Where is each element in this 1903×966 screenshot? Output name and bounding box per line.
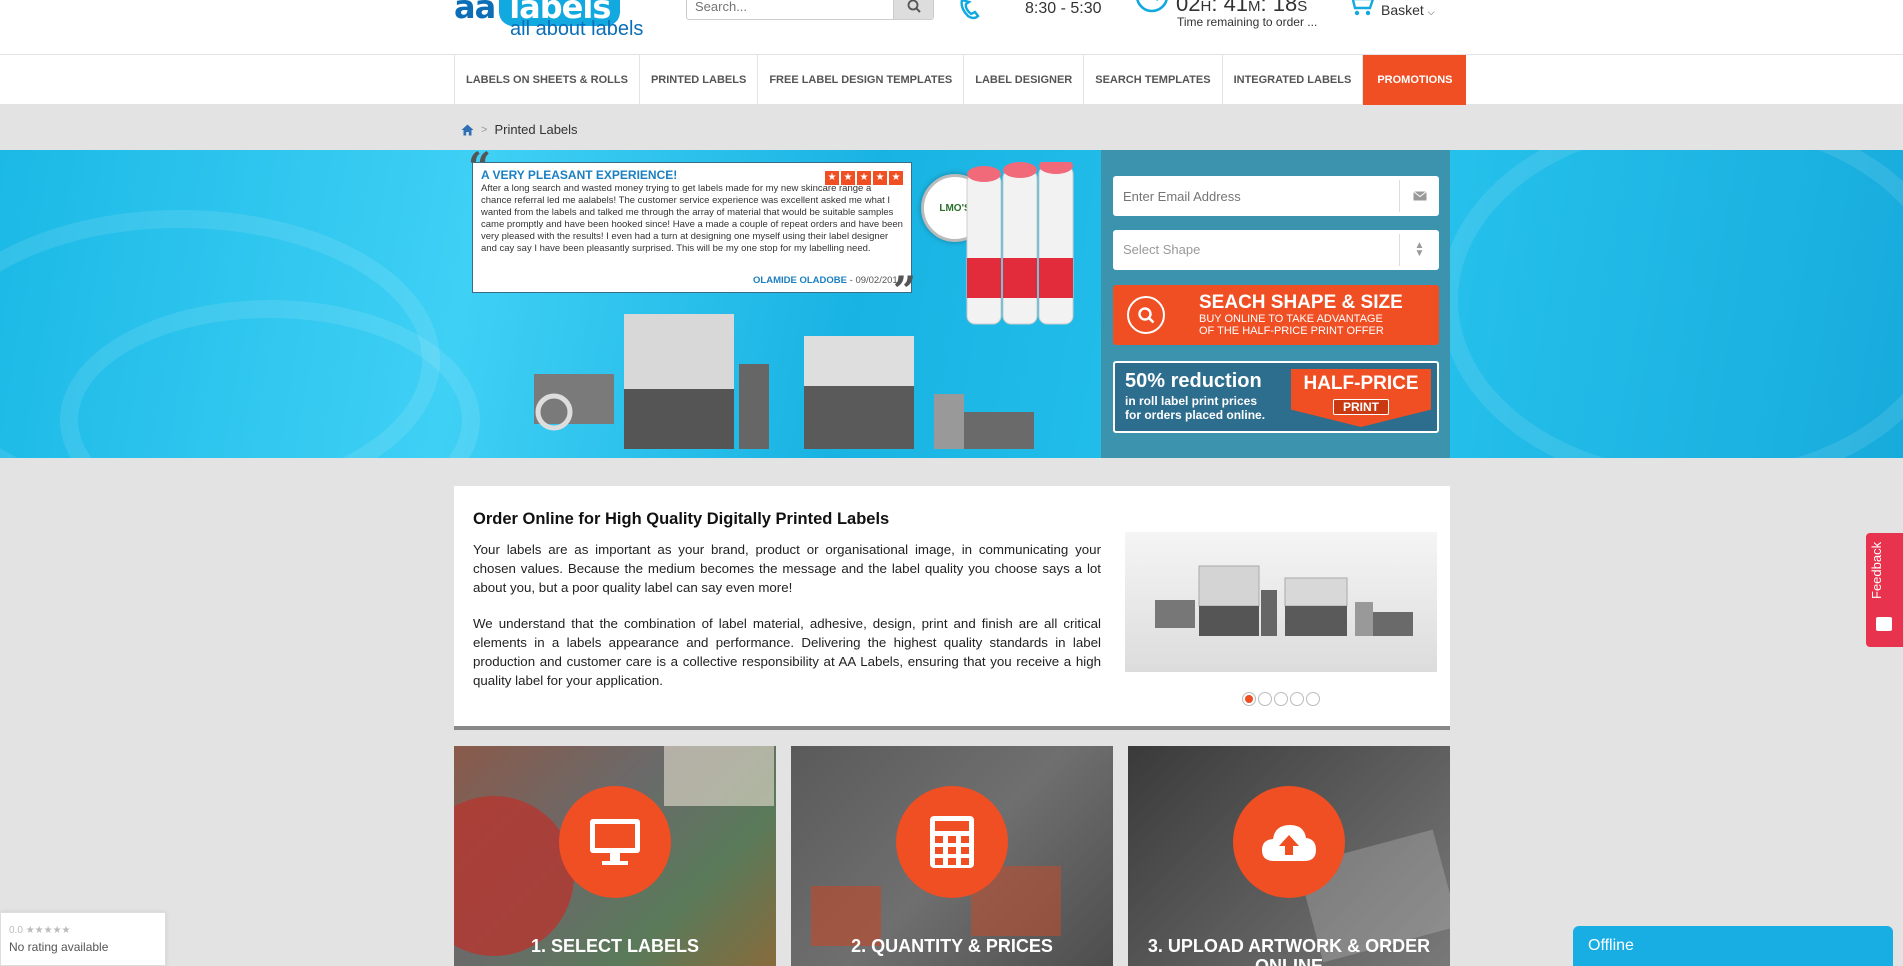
feedback-label: Feedback xyxy=(1869,541,1884,599)
search-bar xyxy=(686,0,934,20)
rating-stars: 0.0 ★★★★★ xyxy=(9,925,71,936)
countdown-label: Time remaining to order ... xyxy=(1177,15,1318,29)
step-select-labels[interactable]: 1. SELECT LABELS xyxy=(454,746,776,966)
email-field xyxy=(1113,176,1439,216)
breadcrumb-separator: > xyxy=(481,123,488,136)
feedback-icon xyxy=(1876,617,1892,631)
feedback-tab[interactable]: Feedback xyxy=(1866,533,1903,647)
nav-search-templates[interactable]: SEARCH TEMPLATES xyxy=(1084,55,1223,105)
hero-banner: “ A VERY PLEASANT EXPERIENCE! ★ ★ ★ ★ ★ … xyxy=(0,150,1903,458)
nav-promotions[interactable]: PROMOTIONS xyxy=(1363,55,1467,105)
nav-printed-labels[interactable]: PRINTED LABELS xyxy=(640,55,759,105)
half-price-badge: HALF-PRICE PRINT xyxy=(1291,369,1431,427)
step-quantity-prices[interactable]: 2. QUANTITY & PRICES xyxy=(791,746,1113,966)
search-icon xyxy=(907,0,921,13)
star-icon: ★ xyxy=(873,171,887,185)
customer-review: A VERY PLEASANT EXPERIENCE! ★ ★ ★ ★ ★ Af… xyxy=(472,162,912,293)
home-icon[interactable] xyxy=(461,124,474,136)
rating-text: No rating available xyxy=(9,940,109,954)
step-label: 1. SELECT LABELS xyxy=(530,936,700,956)
basket-dropdown[interactable]: Basket ⌵ xyxy=(1381,2,1435,18)
shape-select-value: Select Shape xyxy=(1123,242,1201,257)
nav-free-label-design-templates[interactable]: FREE LABEL DESIGN TEMPLATES xyxy=(758,55,965,105)
search-shape-size-button[interactable]: SEACH SHAPE & SIZE BUY ONLINE TO TAKE AD… xyxy=(1113,285,1439,345)
breadcrumb-current: Printed Labels xyxy=(494,122,578,137)
chat-status: Offline xyxy=(1588,937,1634,954)
promo-headline: 50% reduction xyxy=(1125,370,1262,392)
step-upload-artwork[interactable]: 3. UPLOAD ARTWORK & ORDER ONLINE xyxy=(1128,746,1450,966)
carousel-dot[interactable] xyxy=(1274,692,1288,706)
main-navigation: LABELS ON SHEETS & ROLLS PRINTED LABELS … xyxy=(0,55,1903,105)
breadcrumb: > Printed Labels xyxy=(461,122,578,137)
nav-label-designer[interactable]: LABEL DESIGNER xyxy=(964,55,1085,105)
calculator-icon xyxy=(896,786,1008,898)
promo-description: in roll label print prices for orders pla… xyxy=(1125,394,1266,422)
printing-press-image xyxy=(534,314,1034,449)
carousel-dot[interactable] xyxy=(1290,692,1304,706)
sort-arrows-icon: ▲ ▼ xyxy=(1399,234,1439,266)
phone-icon xyxy=(960,0,980,20)
intro-paragraph-1: Your labels are as important as your bra… xyxy=(473,542,1101,595)
search-input[interactable] xyxy=(687,0,893,19)
search-icon xyxy=(1127,296,1165,334)
intro-paragraph-2: We understand that the combination of la… xyxy=(473,616,1101,688)
carousel-pagination xyxy=(1242,692,1320,706)
envelope-icon xyxy=(1399,180,1439,212)
star-icon: ★ xyxy=(825,171,839,185)
nav-integrated-labels[interactable]: INTEGRATED LABELS xyxy=(1223,55,1364,105)
star-icon: ★ xyxy=(857,171,871,185)
logo-tagline: all about labels xyxy=(510,18,644,40)
carousel-dot[interactable] xyxy=(1258,692,1272,706)
nav-labels-on-sheets-rolls[interactable]: LABELS ON SHEETS & ROLLS xyxy=(455,55,640,105)
rating-widget[interactable]: 0.0 ★★★★★ No rating available xyxy=(0,912,166,966)
star-icon: ★ xyxy=(841,171,855,185)
half-price-promo[interactable]: 50% reduction in roll label print prices… xyxy=(1113,361,1439,433)
review-stars: ★ ★ ★ ★ ★ xyxy=(825,171,903,185)
email-input[interactable] xyxy=(1113,176,1393,216)
step-label: 2. QUANTITY & PRICES xyxy=(851,936,1053,956)
intro-section: Order Online for High Quality Digitally … xyxy=(454,486,1450,730)
site-header: aalabels all about labels 8:30 - 5:30 02… xyxy=(0,0,1903,55)
page-title: Order Online for High Quality Digitally … xyxy=(473,510,890,528)
review-body: After a long search and wasted money try… xyxy=(481,183,903,255)
opening-hours: 8:30 - 5:30 xyxy=(1025,0,1102,17)
cloud-upload-icon xyxy=(1233,786,1345,898)
carousel-slide-image xyxy=(1125,532,1437,672)
step-label: 3. UPLOAD ARTWORK & ORDER ONLINE xyxy=(1147,936,1431,966)
review-author: OLAMIDE OLADOBE - 09/02/2019 xyxy=(753,275,903,286)
search-button[interactable] xyxy=(893,0,933,19)
carousel-dot[interactable] xyxy=(1242,692,1256,706)
shape-select[interactable]: Select Shape ▲ ▼ xyxy=(1113,230,1439,270)
cart-icon[interactable] xyxy=(1346,0,1376,18)
live-chat-widget[interactable]: Offline xyxy=(1573,926,1893,966)
site-logo[interactable]: aa labels all about labels xyxy=(454,0,654,44)
search-button-subtitle: BUY ONLINE TO TAKE ADVANTAGE OF THE HALF-… xyxy=(1199,313,1384,337)
star-icon: ★ xyxy=(889,171,903,185)
monitor-icon xyxy=(559,786,671,898)
search-button-title: SEACH SHAPE & SIZE xyxy=(1199,292,1403,313)
clock-icon xyxy=(1136,0,1168,13)
chevron-down-icon: ⌵ xyxy=(1427,7,1435,17)
carousel-dot[interactable] xyxy=(1306,692,1320,706)
